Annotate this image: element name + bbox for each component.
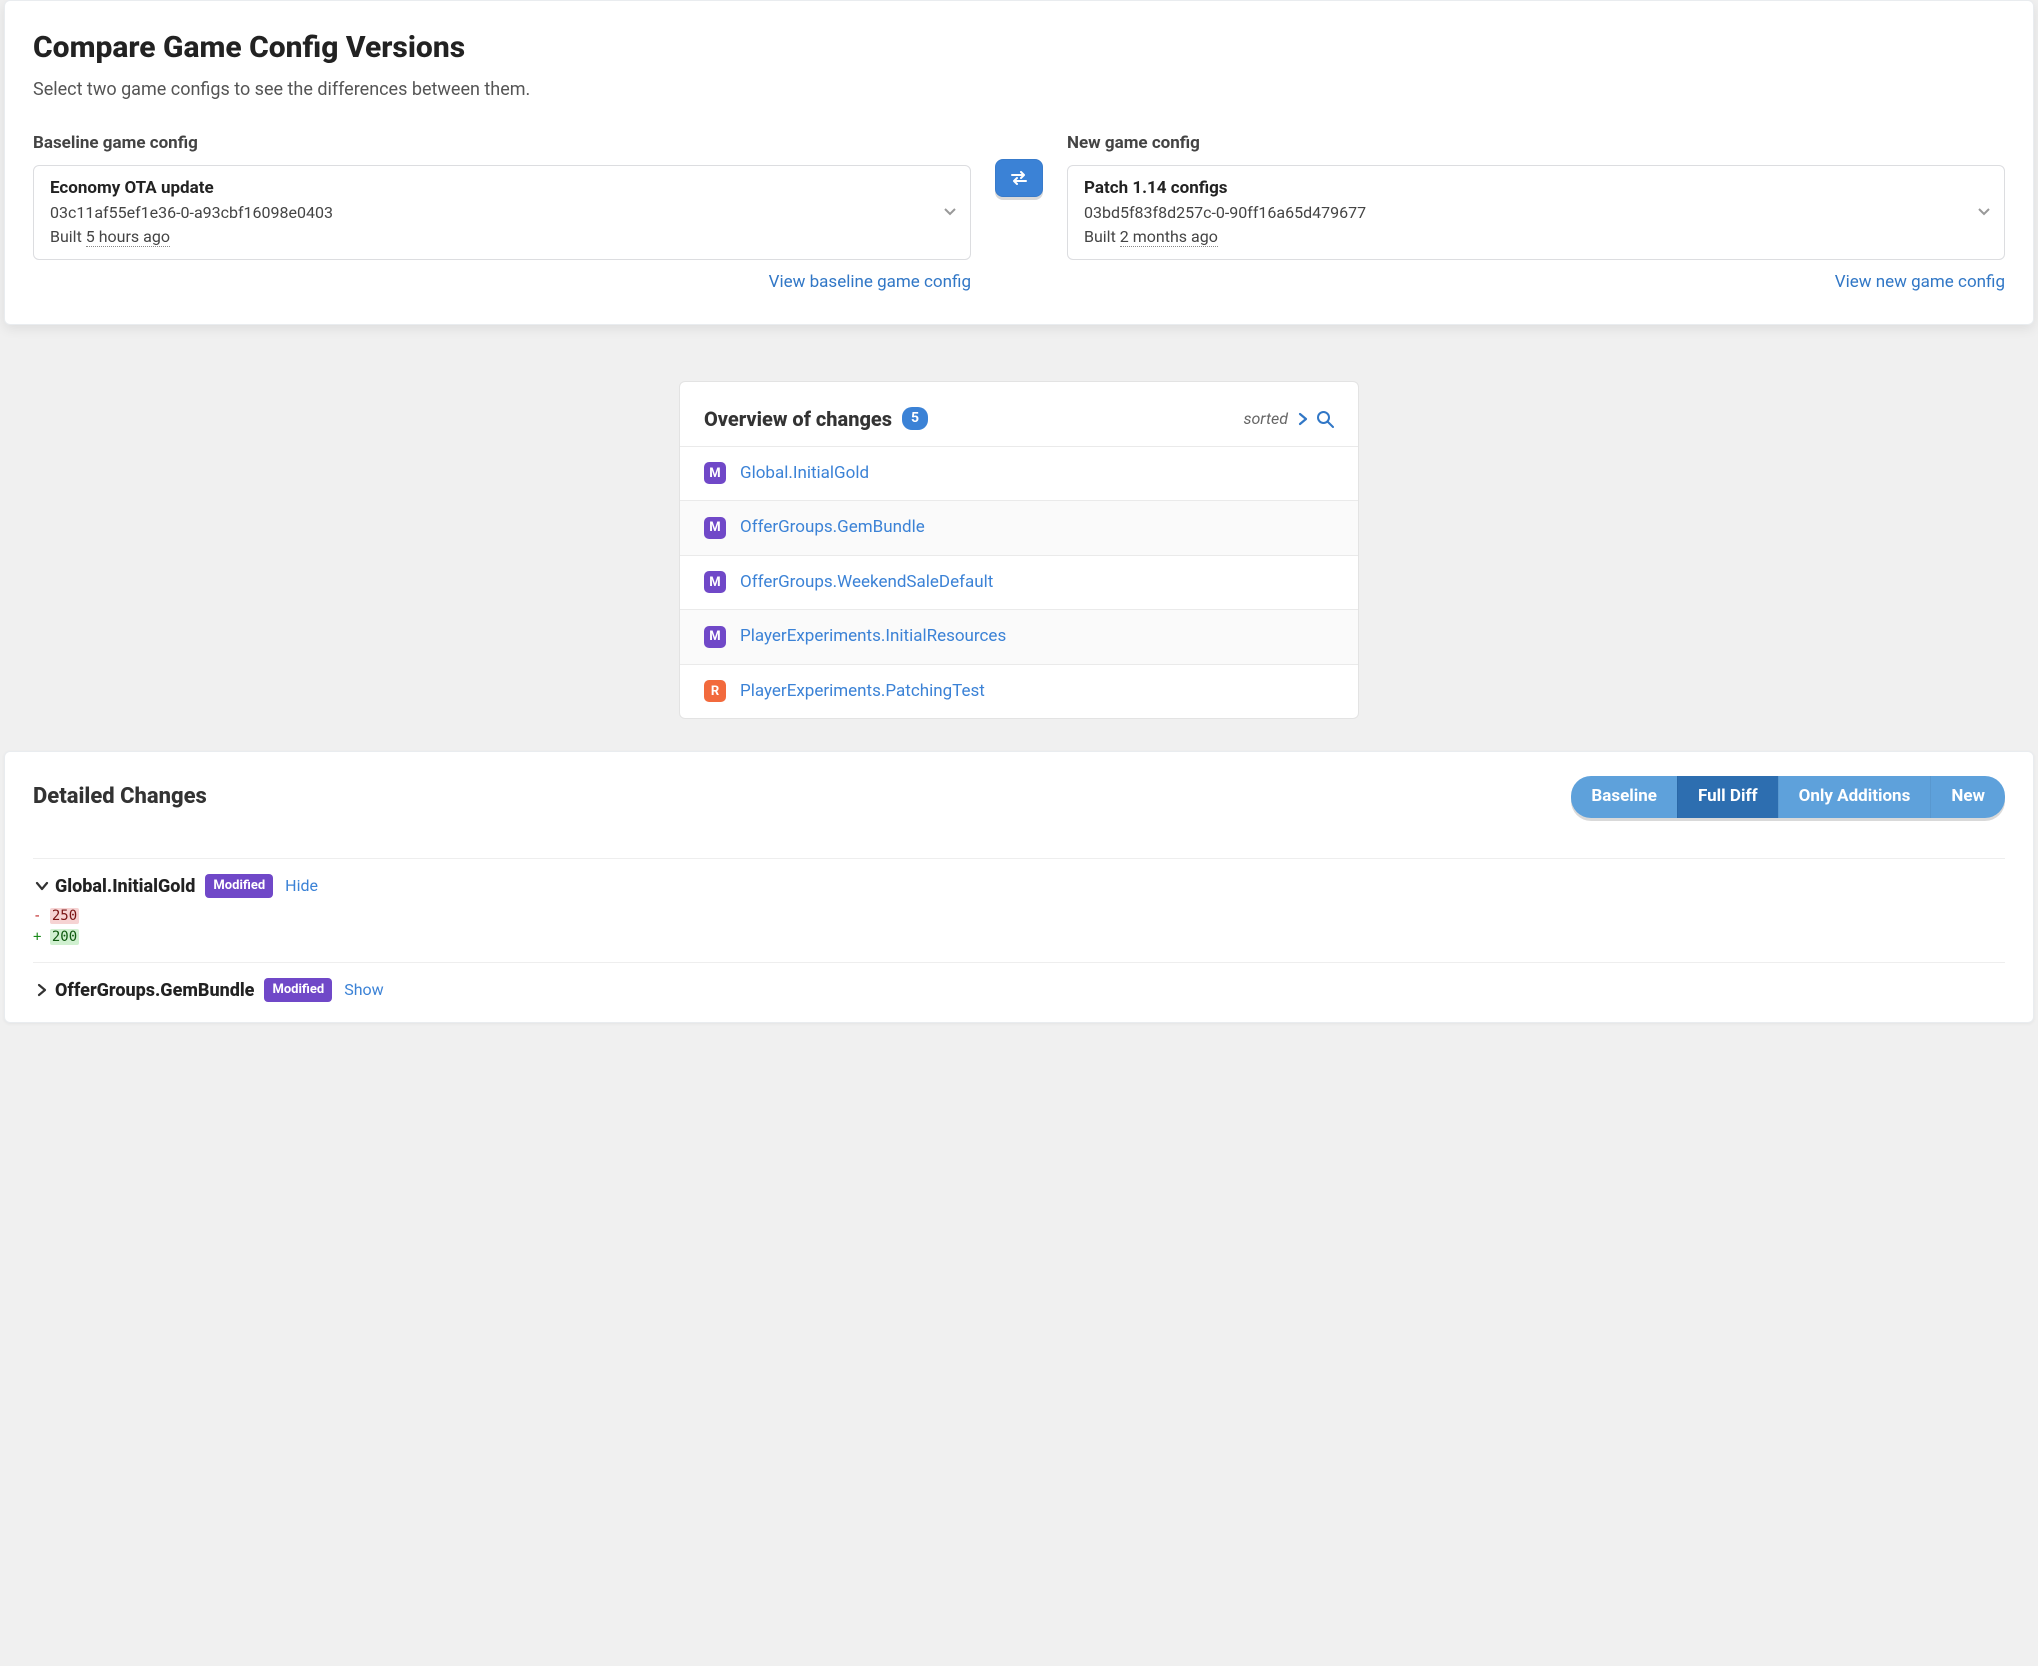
diff-view-segment[interactable]: Baseline [1571,776,1677,818]
diff-block-title: OfferGroups.GemBundle [55,977,254,1004]
new-built-prefix: Built [1084,227,1120,246]
diff-block-header[interactable]: Global.InitialGold Modified Hide [33,873,2005,900]
search-button[interactable] [1316,410,1334,428]
overview-count-badge: 5 [902,407,928,430]
overview-change-item[interactable]: R PlayerExperiments.PatchingTest [680,664,1358,719]
modified-pill: Modified [205,874,273,898]
change-item-name: PlayerExperiments.PatchingTest [740,679,985,705]
chevron-down-icon [33,881,51,891]
overview-card: Overview of changes 5 sorted M Global.Ini… [679,381,1359,720]
removed-badge-icon: R [704,680,726,702]
overview-change-item[interactable]: M PlayerExperiments.InitialResources [680,609,1358,664]
overview-change-item[interactable]: M OfferGroups.WeekendSaleDefault [680,555,1358,610]
overview-title: Overview of changes [704,404,892,434]
baseline-config-select[interactable]: Economy OTA update 03c11af55ef1e36-0-a93… [33,165,971,261]
diff-block-title: Global.InitialGold [55,873,195,900]
swap-button[interactable] [995,159,1043,197]
detailed-changes-card: Detailed Changes BaselineFull DiffOnly A… [4,751,2034,1023]
config-row: Baseline game config Economy OTA update … [33,131,2005,296]
detailed-header: Detailed Changes BaselineFull DiffOnly A… [33,776,2005,818]
modified-pill: Modified [264,978,332,1002]
new-config-hash: 03bd5f83f8d257c-0-90ff16a65d479677 [1084,201,1964,225]
change-item-name: PlayerExperiments.InitialResources [740,624,1006,650]
change-item-name: Global.InitialGold [740,461,869,487]
overview-change-item[interactable]: M OfferGroups.GemBundle [680,500,1358,555]
show-diff-link[interactable]: Show [344,978,383,1002]
modified-badge-icon: M [704,626,726,648]
overview-header: Overview of changes 5 sorted [680,382,1358,446]
baseline-built-ago: 5 hours ago [86,227,170,247]
sorted-label: sorted [1243,407,1288,431]
chevron-right-icon [33,983,51,997]
new-config-select[interactable]: Patch 1.14 configs 03bd5f83f8d257c-0-90f… [1067,165,2005,261]
page-subtitle: Select two game configs to see the diffe… [33,76,2005,103]
diff-line-removed: - 250 [33,906,2005,927]
compare-header-card: Compare Game Config Versions Select two … [4,0,2034,325]
sort-toggle-button[interactable] [1298,412,1308,426]
baseline-config-name: Economy OTA update [50,176,930,202]
modified-badge-icon: M [704,571,726,593]
baseline-built-prefix: Built [50,227,86,246]
diff-block: OfferGroups.GemBundle Modified Show [33,962,2005,1018]
diff-block-list: Global.InitialGold Modified Hide - 250+ 200… [33,858,2005,1018]
new-column: New game config Patch 1.14 configs 03bd5… [1067,131,2005,296]
modified-badge-icon: M [704,462,726,484]
overview-change-list: M Global.InitialGold M OfferGroups.GemBundl… [680,446,1358,719]
diff-view-segment[interactable]: Only Additions [1778,776,1931,818]
diff-view-segment[interactable]: Full Diff [1677,776,1778,818]
modified-badge-icon: M [704,517,726,539]
caret-down-icon [944,208,956,216]
caret-down-icon [1978,208,1990,216]
view-baseline-link[interactable]: View baseline game config [33,270,971,296]
diff-block-header[interactable]: OfferGroups.GemBundle Modified Show [33,977,2005,1004]
diff-view-toggle: BaselineFull DiffOnly AdditionsNew [1571,776,2005,818]
hide-diff-link[interactable]: Hide [285,874,318,898]
diff-view-segment[interactable]: New [1930,776,2005,818]
diff-block: Global.InitialGold Modified Hide - 250+ 200 [33,858,2005,962]
baseline-column: Baseline game config Economy OTA update … [33,131,971,296]
baseline-label: Baseline game config [33,131,971,157]
baseline-config-hash: 03c11af55ef1e36-0-a93cbf16098e0403 [50,201,930,225]
baseline-config-built: Built 5 hours ago [50,225,930,249]
new-config-name: Patch 1.14 configs [1084,176,1964,202]
swap-column [995,131,1043,197]
change-item-name: OfferGroups.GemBundle [740,515,925,541]
swap-icon [1010,171,1028,185]
change-item-name: OfferGroups.WeekendSaleDefault [740,570,993,596]
detailed-title: Detailed Changes [33,780,207,813]
new-label: New game config [1067,131,2005,157]
diff-line-added: + 200 [33,927,2005,948]
new-config-built: Built 2 months ago [1084,225,1964,249]
overview-change-item[interactable]: M Global.InitialGold [680,446,1358,501]
diff-block-body: - 250+ 200 [33,906,2005,948]
view-new-link[interactable]: View new game config [1067,270,2005,296]
page-title: Compare Game Config Versions [33,25,2005,70]
new-built-ago: 2 months ago [1120,227,1218,247]
